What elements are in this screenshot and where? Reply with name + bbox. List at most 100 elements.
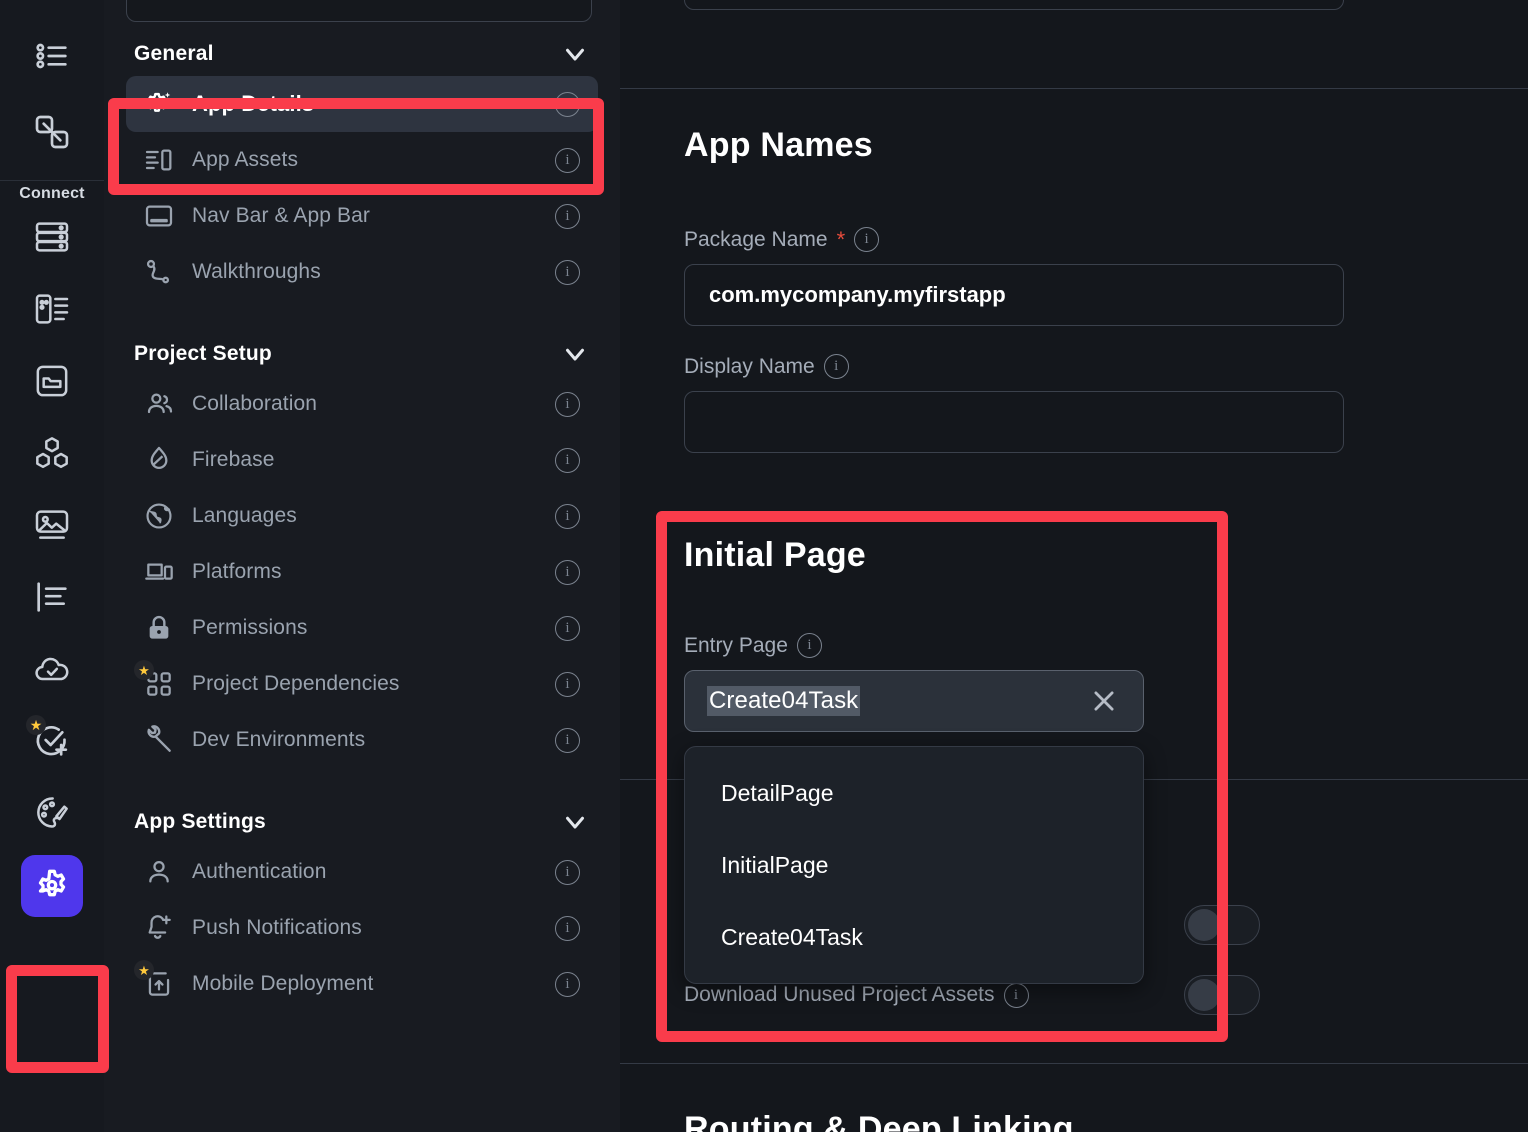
info-icon[interactable]: i bbox=[555, 559, 580, 585]
rail-section-label: Connect bbox=[19, 185, 85, 202]
close-icon[interactable] bbox=[1089, 686, 1125, 716]
info-icon[interactable]: i bbox=[854, 227, 880, 252]
nav-group-project-setup[interactable]: Project Setup bbox=[126, 332, 598, 376]
label-text: Display Name bbox=[684, 354, 815, 378]
text-align-icon[interactable] bbox=[24, 569, 80, 625]
firebase-icon bbox=[142, 443, 176, 477]
info-icon[interactable]: i bbox=[796, 633, 822, 658]
media-folder-icon[interactable] bbox=[24, 353, 80, 409]
sidebar-item-push-notifications[interactable]: Push Notifications i bbox=[126, 900, 598, 956]
nav-group-title: Project Setup bbox=[134, 342, 272, 365]
sidebar-item-label: Project Dependencies bbox=[192, 672, 400, 695]
globe-icon bbox=[142, 499, 176, 533]
download-unused-assets-label: Download Unused Project Assets i bbox=[684, 982, 1184, 1008]
sidebar-item-label: Mobile Deployment bbox=[192, 972, 374, 995]
info-icon[interactable]: i bbox=[823, 354, 849, 379]
sidebar-item-settings[interactable] bbox=[21, 855, 83, 917]
sidebar-item-label: App Assets bbox=[192, 148, 299, 171]
routing-section: Routing & Deep Linking bbox=[620, 1110, 1528, 1132]
info-icon[interactable]: i bbox=[555, 391, 580, 417]
sidebar-item-dev-environments[interactable]: Dev Environments i bbox=[126, 712, 598, 768]
info-icon[interactable]: i bbox=[555, 915, 580, 941]
sidebar-item-platforms[interactable]: Platforms i bbox=[126, 544, 598, 600]
info-icon[interactable]: i bbox=[555, 91, 580, 117]
package-name-value: com.mycompany.myfirstapp bbox=[709, 282, 1006, 307]
palette-brush-icon[interactable] bbox=[24, 785, 80, 841]
list-icon[interactable] bbox=[24, 28, 80, 84]
display-name-input[interactable] bbox=[684, 391, 1344, 453]
info-icon[interactable]: i bbox=[555, 503, 580, 529]
info-icon[interactable]: i bbox=[555, 671, 580, 697]
entry-page-label: Entry Page i bbox=[684, 633, 1144, 658]
page-link-icon[interactable] bbox=[24, 104, 80, 160]
chevron-down-icon[interactable] bbox=[560, 339, 590, 369]
nav-group-title: General bbox=[134, 42, 214, 65]
search-input[interactable] bbox=[126, 0, 592, 22]
info-icon[interactable]: i bbox=[555, 147, 580, 173]
cloud-check-icon[interactable] bbox=[24, 641, 80, 697]
sidebar-item-mobile-deployment[interactable]: ★ Mobile Deployment i bbox=[126, 956, 598, 1012]
info-icon[interactable]: i bbox=[1003, 982, 1029, 1008]
app-state-icon[interactable] bbox=[24, 281, 80, 337]
info-icon[interactable]: i bbox=[555, 447, 580, 473]
info-icon[interactable]: i bbox=[555, 727, 580, 753]
sidebar-item-label: App Details bbox=[192, 91, 315, 116]
nav-group-title: App Settings bbox=[134, 810, 266, 833]
image-icon[interactable] bbox=[24, 497, 80, 553]
devices-icon bbox=[142, 555, 176, 589]
database-icon[interactable] bbox=[24, 209, 80, 265]
sidebar-item-app-details[interactable]: App Details i bbox=[126, 76, 598, 132]
sidebar-item-walkthroughs[interactable]: Walkthroughs i bbox=[126, 244, 598, 300]
package-name-input[interactable]: com.mycompany.myfirstapp bbox=[684, 264, 1344, 326]
people-icon bbox=[142, 387, 176, 421]
info-icon[interactable]: i bbox=[555, 259, 580, 285]
label-text: Package Name bbox=[684, 227, 828, 251]
gear-sparkle-icon bbox=[142, 87, 176, 121]
tests-add-icon[interactable]: ★ bbox=[24, 713, 80, 769]
sidebar-item-project-dependencies[interactable]: ★ Project Dependencies i bbox=[126, 656, 598, 712]
chevron-down-icon[interactable] bbox=[560, 807, 590, 837]
label-text: Entry Page bbox=[684, 633, 788, 657]
chevron-down-icon[interactable] bbox=[560, 39, 590, 69]
initial-page-section: Initial Page Entry Page i Create04Task D… bbox=[620, 536, 1528, 984]
integrations-icon[interactable] bbox=[24, 425, 80, 481]
sidebar-item-firebase[interactable]: Firebase i bbox=[126, 432, 598, 488]
sidebar-item-app-assets[interactable]: App Assets i bbox=[126, 132, 598, 188]
info-icon[interactable]: i bbox=[555, 971, 580, 997]
info-icon[interactable]: i bbox=[555, 859, 580, 885]
dropdown-option[interactable]: Create04Task bbox=[685, 901, 1143, 973]
entry-page-input[interactable]: Create04Task bbox=[684, 670, 1144, 732]
app-root: Connect ★ General App Details i App Asse… bbox=[0, 0, 1528, 1132]
app-names-title: App Names bbox=[684, 126, 873, 164]
app-name-field[interactable]: MyFirstApp bbox=[684, 0, 1344, 10]
routing-section-title: Routing & Deep Linking bbox=[684, 1110, 1074, 1132]
info-icon[interactable]: i bbox=[555, 615, 580, 641]
package-name-label: Package Name * i bbox=[684, 227, 1344, 252]
sidebar-item-authentication[interactable]: Authentication i bbox=[126, 844, 598, 900]
sidebar-item-languages[interactable]: Languages i bbox=[126, 488, 598, 544]
left-icon-rail: Connect ★ bbox=[0, 0, 104, 1132]
nav-group-app-settings[interactable]: App Settings bbox=[126, 800, 598, 844]
label-text: Download Unused Project Assets bbox=[684, 983, 995, 1006]
entry-page-dropdown[interactable]: DetailPage InitialPage Create04Task bbox=[684, 746, 1144, 984]
bell-plus-icon bbox=[142, 911, 176, 945]
app-names-section: App Names Package Name * i com.mycompany… bbox=[620, 126, 1528, 453]
nav-bar-icon bbox=[142, 199, 176, 233]
sidebar-item-permissions[interactable]: Permissions i bbox=[126, 600, 598, 656]
sidebar-item-label: Firebase bbox=[192, 448, 275, 471]
sidebar-item-label: Nav Bar & App Bar bbox=[192, 204, 370, 227]
nav-group-general[interactable]: General bbox=[126, 32, 598, 76]
sidebar-item-nav-bar-app-bar[interactable]: Nav Bar & App Bar i bbox=[126, 188, 598, 244]
rail-divider bbox=[0, 180, 104, 181]
star-badge-icon: ★ bbox=[26, 715, 46, 735]
sidebar-item-collaboration[interactable]: Collaboration i bbox=[126, 376, 598, 432]
display-name-label: Display Name i bbox=[684, 354, 1344, 379]
gear-icon bbox=[38, 869, 66, 897]
dropdown-option[interactable]: InitialPage bbox=[685, 829, 1143, 901]
person-icon bbox=[142, 855, 176, 889]
info-icon[interactable]: i bbox=[555, 203, 580, 229]
app-assets-icon bbox=[142, 143, 176, 177]
sidebar-item-label: Languages bbox=[192, 504, 297, 527]
dropdown-option[interactable]: DetailPage bbox=[685, 757, 1143, 829]
sidebar-item-label: Collaboration bbox=[192, 392, 318, 415]
